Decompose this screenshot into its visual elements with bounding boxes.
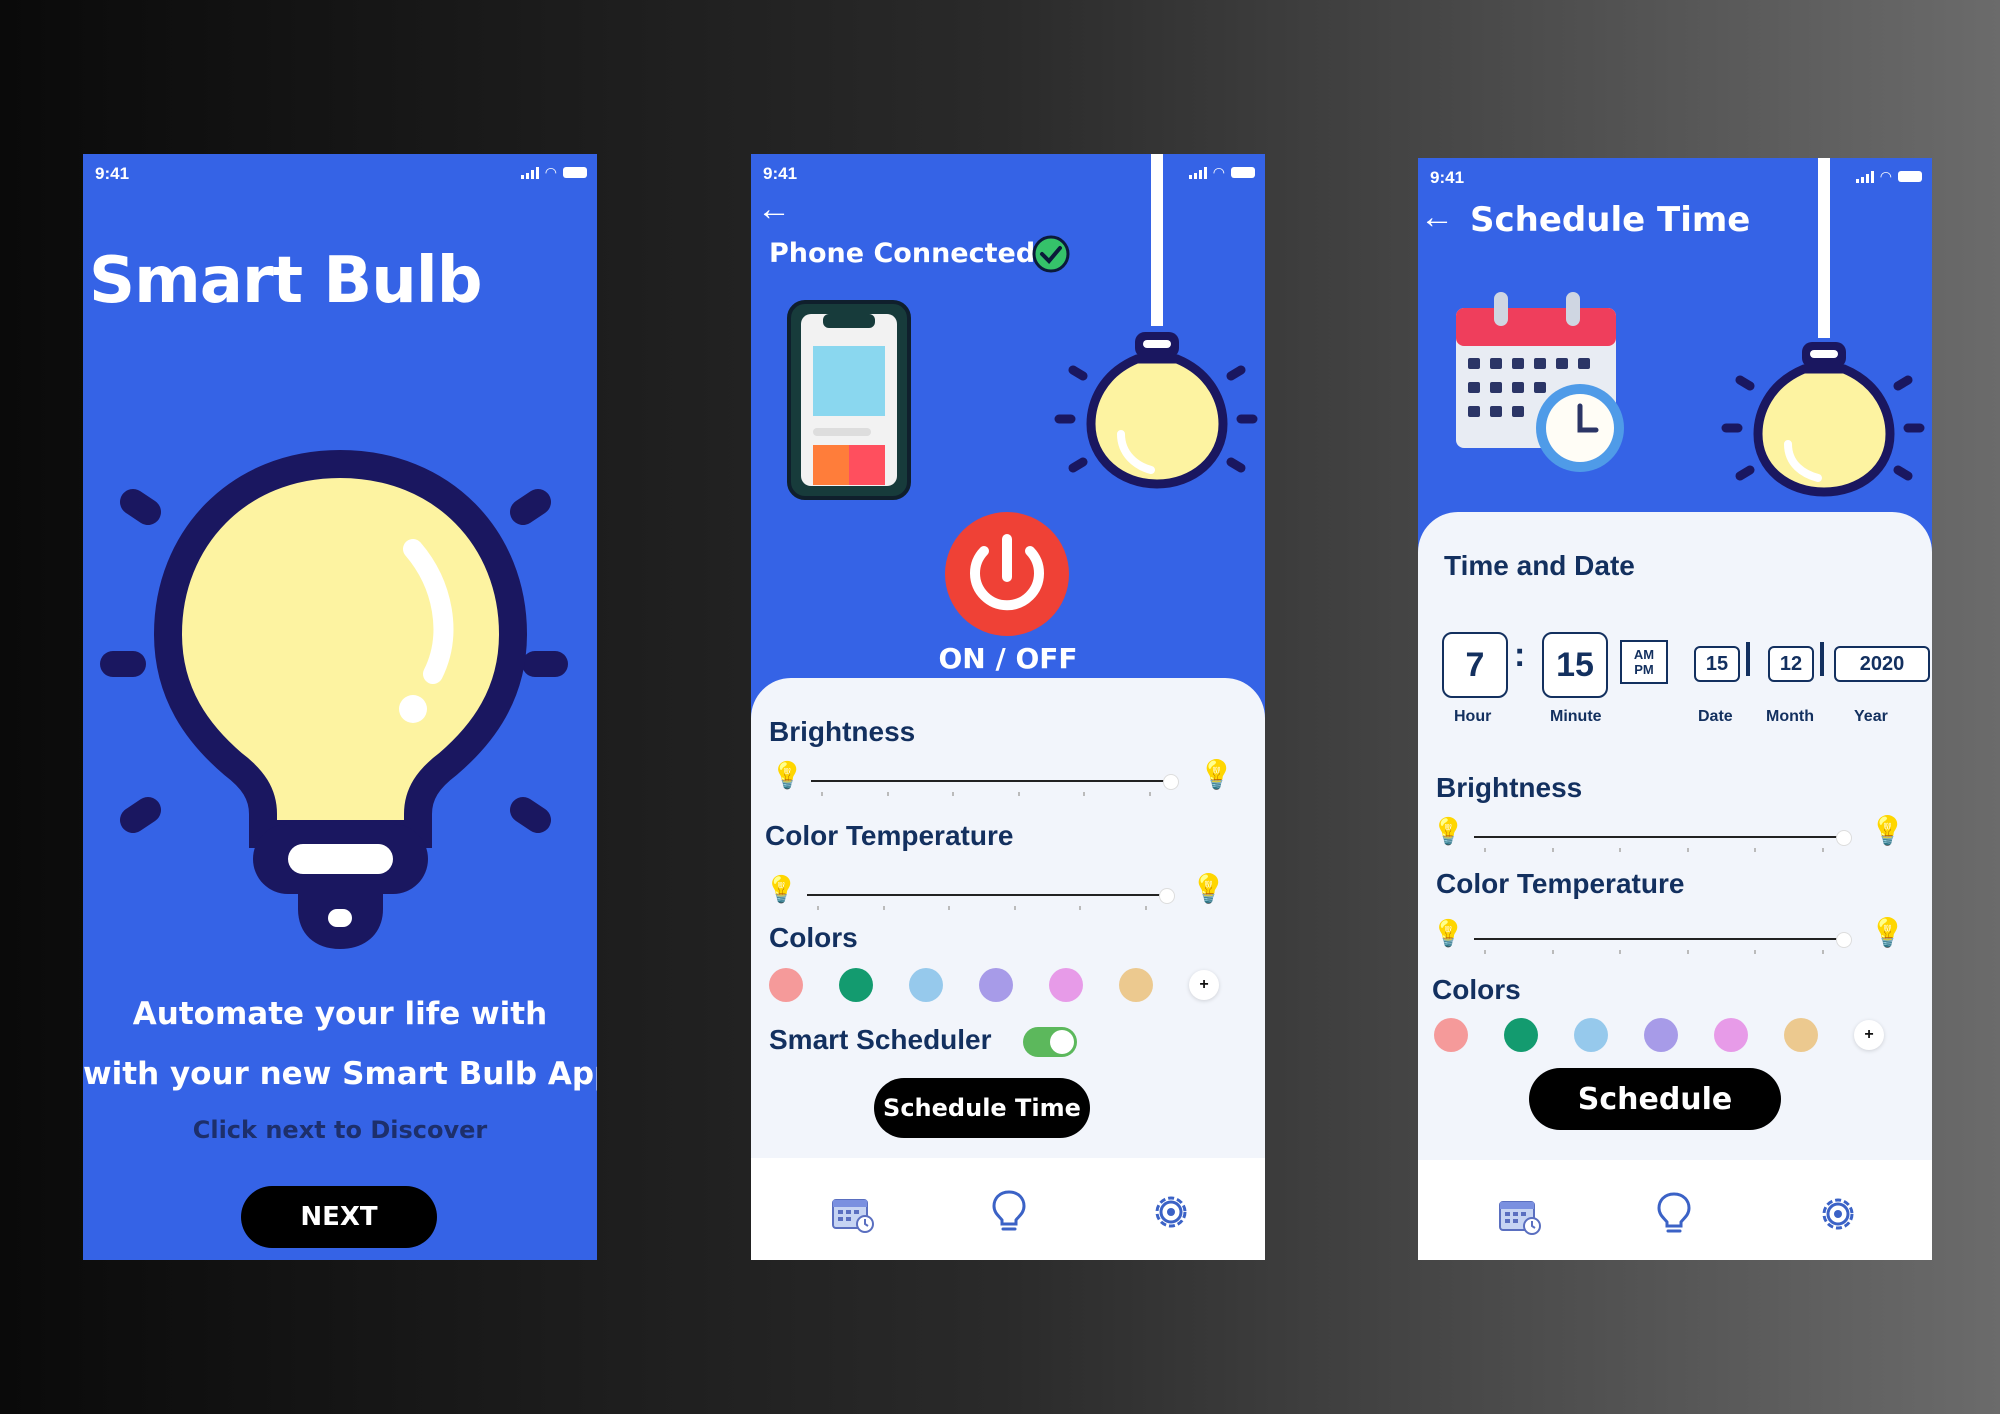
date-caption: Date [1698,708,1733,725]
color-temp-label: Color Temperature [765,820,1014,851]
hanging-bulb-illustration [1721,158,1925,497]
control-screen: 9:41 ◠ ← Phone Connected ON / OFF Bright… [751,154,1265,1260]
minute-input[interactable]: 15 [1542,632,1608,698]
next-button[interactable]: NEXT [241,1186,437,1248]
power-button[interactable] [944,511,1070,637]
onboarding-screen: 9:41 ◠ Smart Bulb Automate your life wit… [83,154,597,1260]
year-caption: Year [1854,708,1888,725]
hour-input[interactable]: 7 [1442,632,1508,698]
schedule-screen: 9:41 ◠ ← Schedule Time Time and Date 7:… [1418,158,1932,1260]
phone-illustration [787,300,911,500]
month-caption: Month [1766,708,1814,725]
battery-icon [563,167,587,178]
date-divider [1746,642,1750,676]
year-input[interactable]: 2020 [1834,646,1930,682]
gear-icon[interactable] [1816,1192,1860,1236]
hanging-bulb-illustration [1054,154,1258,489]
warm-bulb-icon: 💡 [765,874,798,904]
bright-bulb-icon: 💡 [1870,815,1905,846]
brightness-slider[interactable] [1474,836,1840,838]
status-time: 9:41 [1430,168,1465,187]
hour-caption: Hour [1454,708,1492,725]
calendar-icon[interactable] [1498,1196,1542,1236]
schedule-button[interactable]: Schedule [1529,1068,1781,1130]
brightness-knob[interactable] [1836,830,1852,846]
color-temp-label: Color Temperature [1436,868,1685,899]
gear-icon[interactable] [1149,1190,1193,1234]
am-option[interactable]: AM [1634,647,1654,662]
color-swatch-1[interactable] [1434,1018,1468,1052]
color-swatch-4[interactable] [1644,1018,1678,1052]
color-swatch-6[interactable] [1784,1018,1818,1052]
tagline-line1: Automate your life with [132,996,548,1032]
status-time: 9:41 [763,164,798,183]
add-color-button[interactable]: + [1189,970,1219,1000]
add-color-button[interactable]: + [1854,1020,1884,1050]
back-arrow-icon[interactable]: ← [757,190,791,229]
color-swatch-2[interactable] [839,968,873,1002]
brightness-label: Brightness [769,716,916,747]
minute-caption: Minute [1550,708,1602,725]
connection-status: Phone Connected [769,238,1036,269]
wifi-icon: ◠ [544,164,557,180]
dim-bulb-icon: 💡 [771,760,804,790]
app-title: Smart Bulb [89,244,482,318]
color-swatch-1[interactable] [769,968,803,1002]
bright-bulb-icon: 💡 [1199,759,1234,790]
color-swatches: + [1434,1018,1884,1052]
tagline-line2: with your new Smart Bulb App [83,1056,597,1092]
schedule-sheet: Time and Date 7 : 15 AM PM 15 12 2020 Ho… [1418,512,1932,1260]
schedule-time-button-visible[interactable]: Schedule Time [874,1078,1090,1138]
color-swatch-2[interactable] [1504,1018,1538,1052]
brightness-label: Brightness [1436,772,1583,803]
scheduler-label: Smart Scheduler [769,1024,992,1055]
color-swatch-4[interactable] [979,968,1013,1002]
color-temp-slider[interactable] [1474,938,1840,940]
color-temp-ticks [1484,950,1824,956]
brightness-ticks [1484,848,1824,854]
tab-bar [751,1158,1265,1260]
power-label: ON / OFF [938,642,1078,675]
colors-label: Colors [1432,974,1521,1005]
calendar-clock-illustration [1456,292,1624,472]
color-swatch-5[interactable] [1049,968,1083,1002]
brightness-knob[interactable] [1163,774,1179,790]
am-pm-selector[interactable]: AM PM [1620,640,1668,684]
color-temp-slider[interactable] [807,894,1162,896]
color-swatches: + [769,968,1219,1002]
month-input[interactable]: 12 [1768,646,1814,682]
cool-bulb-icon: 💡 [1191,873,1226,904]
section-title: Time and Date [1444,550,1635,581]
colors-label: Colors [769,922,858,953]
color-temp-ticks [817,906,1147,912]
time-separator: : [1514,636,1526,674]
status-time: 9:41 [95,164,130,183]
big-bulb-illustration [100,449,568,949]
signal-icon [520,166,539,179]
bulb-icon[interactable] [1654,1190,1694,1236]
back-arrow-icon[interactable]: ← [1420,198,1454,237]
month-divider [1820,642,1824,676]
color-temp-knob[interactable] [1159,888,1175,904]
brightness-ticks [821,792,1151,798]
calendar-icon[interactable] [831,1194,875,1234]
color-swatch-3[interactable] [1574,1018,1608,1052]
cool-bulb-icon: 💡 [1870,917,1905,948]
header-title: Schedule Time [1470,200,1751,240]
bulb-icon[interactable] [989,1188,1029,1234]
status-bar: 9:41 ◠ [83,154,597,190]
tab-bar [1418,1160,1932,1260]
scheduler-toggle[interactable] [1023,1027,1077,1057]
color-swatch-5[interactable] [1714,1018,1748,1052]
pm-option[interactable]: PM [1634,662,1654,677]
date-input[interactable]: 15 [1694,646,1740,682]
brightness-slider[interactable] [811,780,1166,782]
color-temp-knob[interactable] [1836,932,1852,948]
warm-bulb-icon: 💡 [1432,918,1465,948]
dim-bulb-icon: 💡 [1432,816,1465,846]
discover-hint: Click next to Discover [192,1116,488,1144]
color-swatch-3[interactable] [909,968,943,1002]
color-swatch-6[interactable] [1119,968,1153,1002]
